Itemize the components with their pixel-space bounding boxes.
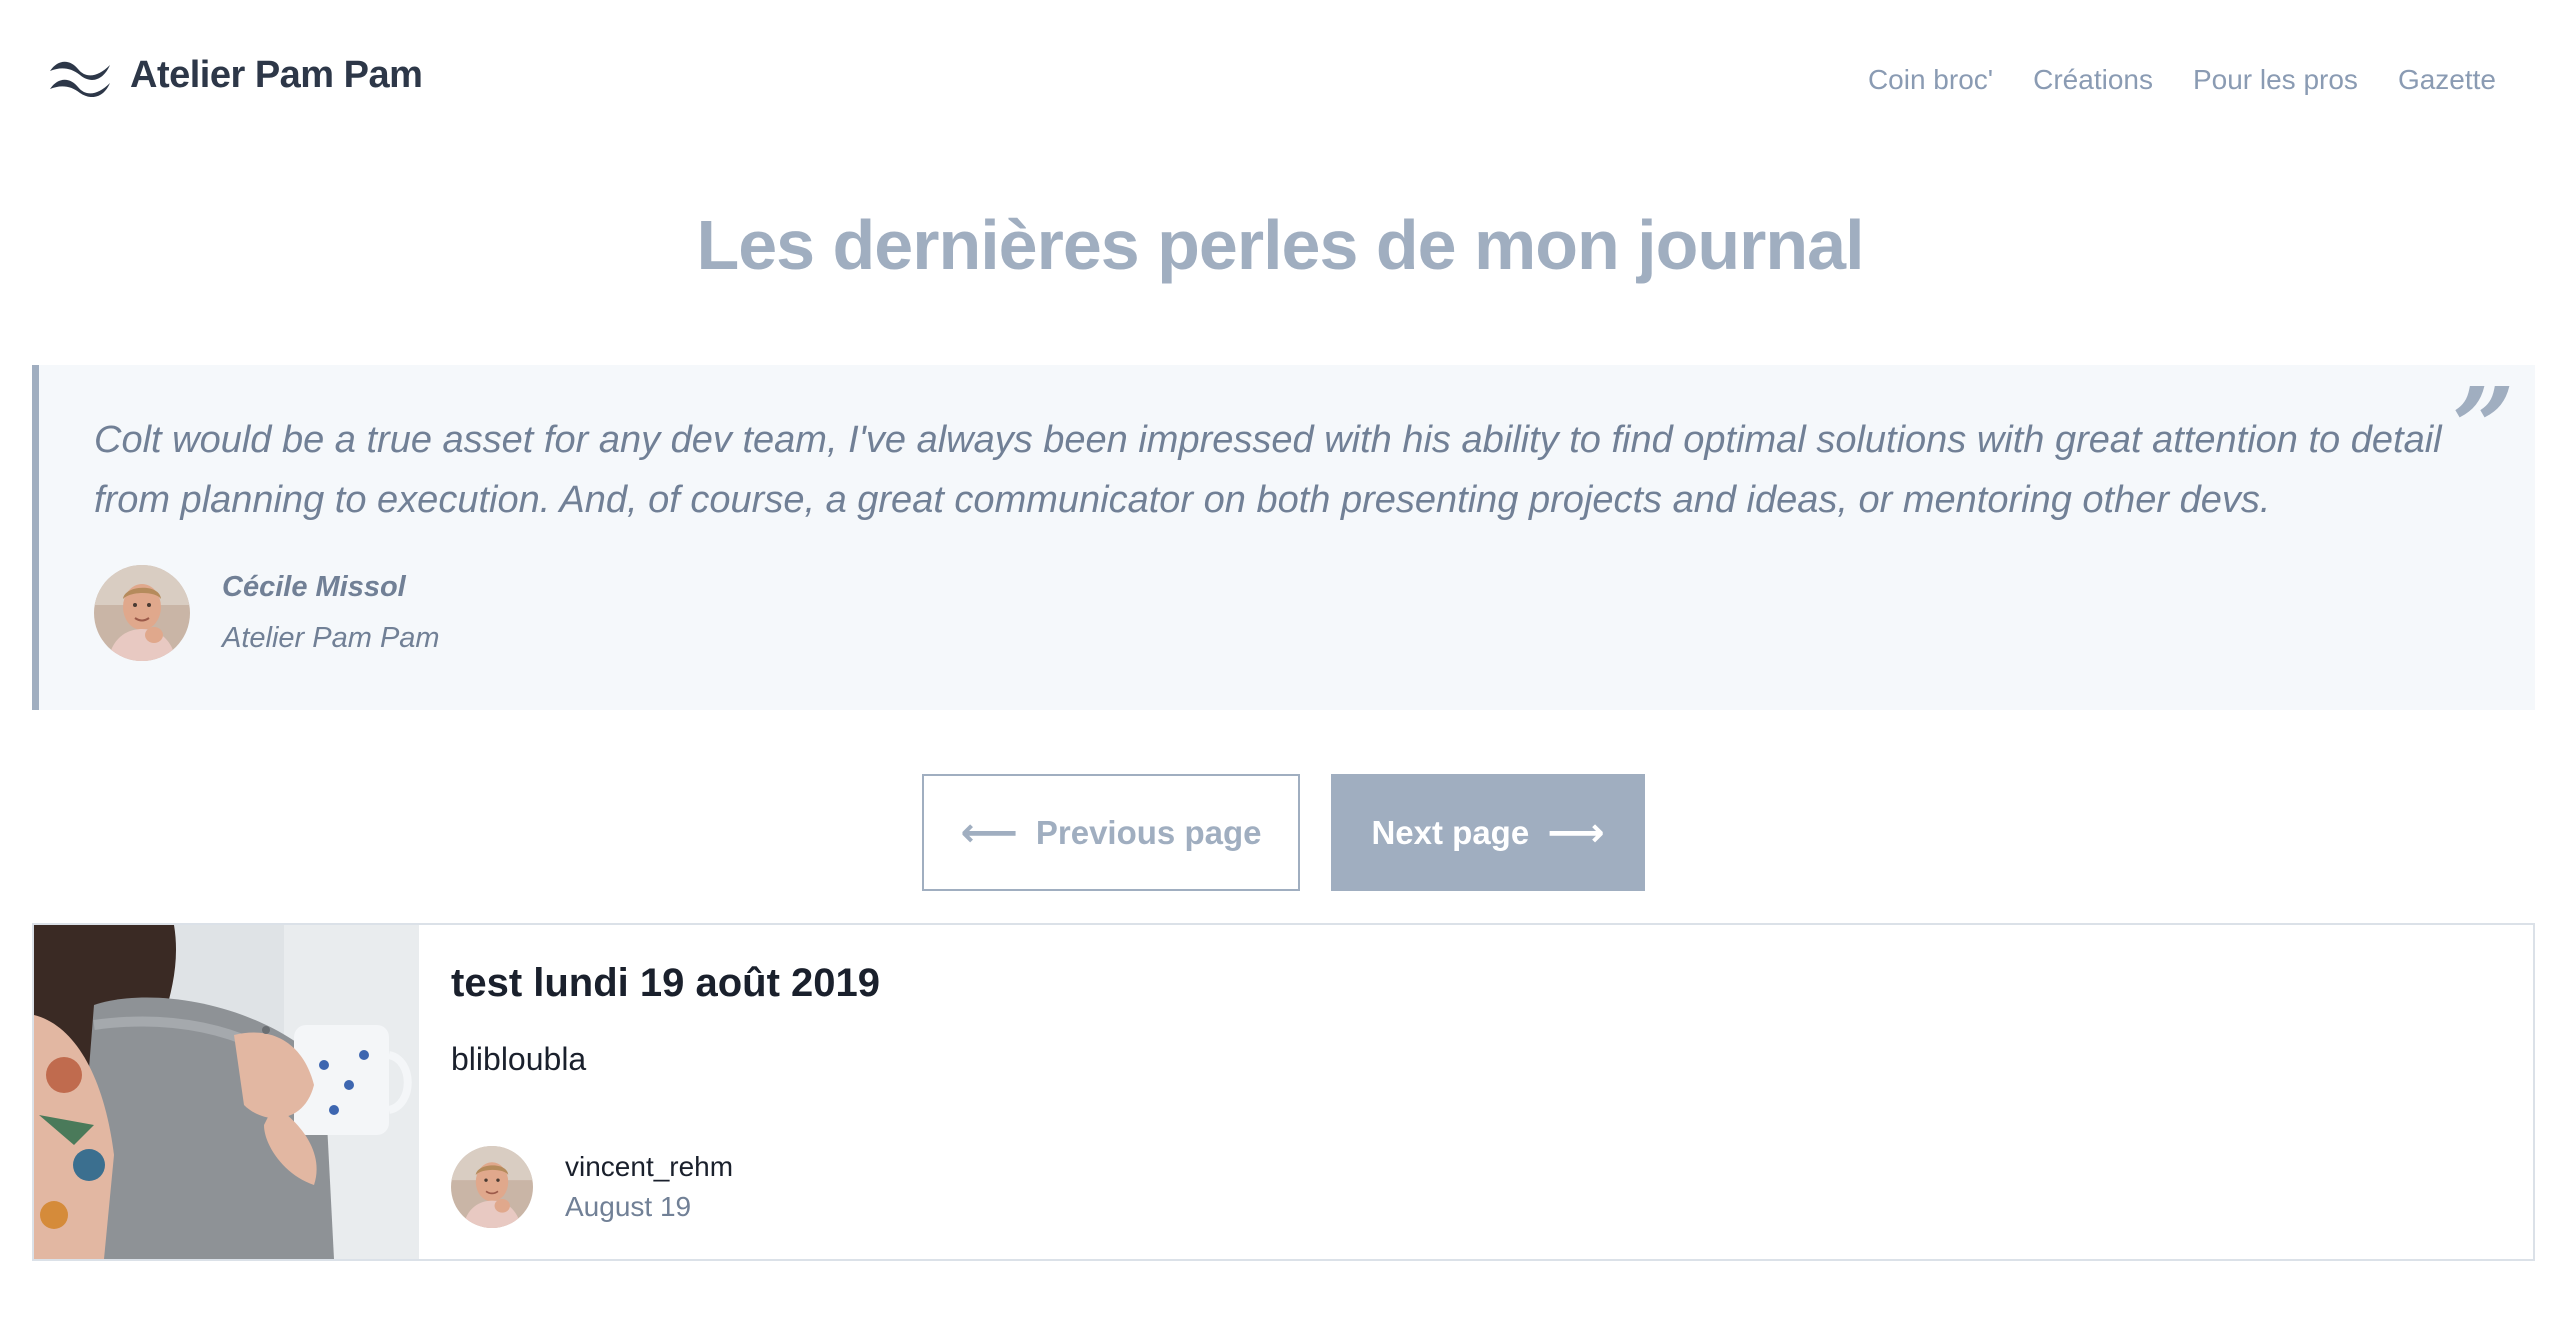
nav-pour-les-pros[interactable]: Pour les pros (2193, 64, 2358, 96)
post-meta: vincent_rehm August 19 (451, 1146, 733, 1228)
post-title[interactable]: test lundi 19 août 2019 (451, 961, 880, 1006)
post-date: August 19 (565, 1191, 692, 1222)
post-author-avatar (451, 1146, 533, 1228)
main-nav: Coin broc' Créations Pour les pros Gazet… (1868, 64, 2496, 96)
nav-coin-broc[interactable]: Coin broc' (1868, 64, 1993, 96)
testimonial-author: Cécile Missol Atelier Pam Pam (94, 565, 440, 661)
post-image (34, 925, 419, 1259)
nav-gazette[interactable]: Gazette (2398, 64, 2496, 96)
brand-link[interactable]: Atelier Pam Pam (48, 54, 423, 97)
next-page-button[interactable]: Next page ⟶ (1331, 774, 1645, 891)
page: Atelier Pam Pam Coin broc' Créations Pou… (0, 0, 2560, 1332)
post-body: test lundi 19 août 2019 blibloubla vince… (419, 925, 2533, 1259)
post-author: vincent_rehm (565, 1151, 734, 1182)
author-company: Atelier Pam Pam (222, 622, 440, 654)
author-avatar (94, 565, 190, 661)
brand-name: Atelier Pam Pam (130, 54, 423, 96)
site-header: Atelier Pam Pam Coin broc' Créations Pou… (0, 0, 2560, 165)
page-title: Les dernières perles de mon journal (696, 206, 1864, 284)
wave-logo-icon (50, 61, 110, 97)
post-card[interactable]: test lundi 19 août 2019 blibloubla vince… (32, 923, 2535, 1261)
previous-page-button[interactable]: ⟵ Previous page (922, 774, 1300, 891)
testimonial-block: ” Colt would be a true asset for any dev… (32, 365, 2535, 710)
author-info: Cécile Missol Atelier Pam Pam (222, 571, 440, 655)
pagination: ⟵ Previous page Next page ⟶ (0, 774, 2560, 891)
author-name: Cécile Missol (222, 571, 406, 603)
post-excerpt: blibloubla (451, 1041, 587, 1077)
post-meta-text: vincent_rehm August 19 (565, 1151, 733, 1223)
nav-creations[interactable]: Créations (2033, 64, 2153, 96)
next-page-label: Next page (1371, 813, 1530, 851)
arrow-right-icon: ⟶ (1547, 810, 1605, 855)
testimonial-quote: Colt would be a true asset for any dev t… (94, 419, 2442, 521)
previous-page-label: Previous page (1035, 813, 1262, 851)
arrow-left-icon: ⟵ (960, 810, 1018, 855)
